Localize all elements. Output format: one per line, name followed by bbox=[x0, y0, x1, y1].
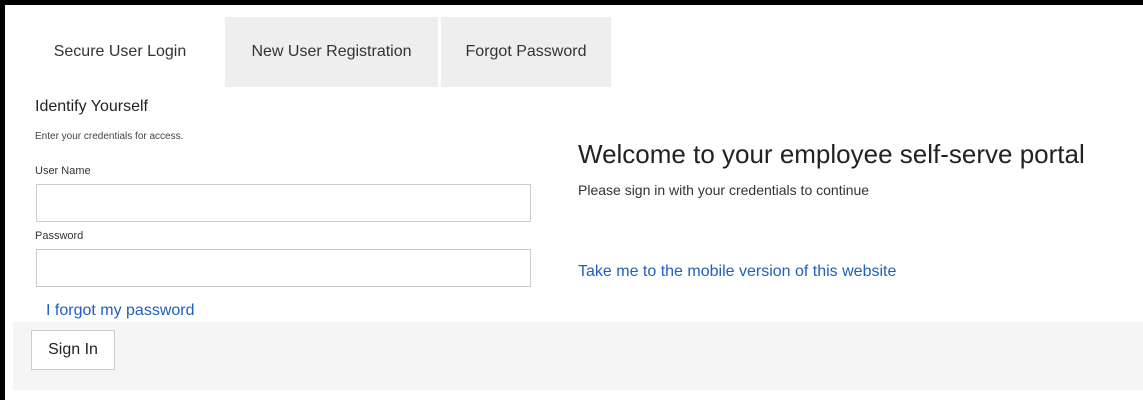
password-label: Password bbox=[35, 230, 84, 242]
tab-label: Secure User Login bbox=[53, 43, 187, 60]
welcome-subtitle: Please sign in with your credentials to … bbox=[578, 182, 870, 198]
tab-label: New User Registration bbox=[251, 43, 412, 60]
mobile-version-link[interactable]: Take me to the mobile version of this we… bbox=[578, 263, 896, 281]
password-input[interactable] bbox=[36, 249, 531, 287]
login-heading: Identify Yourself bbox=[35, 98, 148, 115]
tab-bar: Secure User Login New User Registration … bbox=[18, 17, 611, 87]
forgot-password-link[interactable]: I forgot my password bbox=[46, 302, 195, 320]
sign-in-button[interactable]: Sign In bbox=[31, 330, 115, 370]
tab-label: Forgot Password bbox=[465, 43, 587, 60]
login-subtext: Enter your credentials for access. bbox=[35, 131, 184, 142]
username-input[interactable] bbox=[36, 184, 531, 222]
username-label: User Name bbox=[35, 165, 91, 177]
form-footer-bar bbox=[13, 322, 1143, 390]
tab-new-user-registration[interactable]: New User Registration bbox=[225, 17, 438, 87]
tab-secure-user-login[interactable]: Secure User Login bbox=[18, 17, 222, 87]
welcome-title: Welcome to your employee self-serve port… bbox=[578, 139, 1085, 169]
tab-forgot-password[interactable]: Forgot Password bbox=[441, 17, 611, 87]
